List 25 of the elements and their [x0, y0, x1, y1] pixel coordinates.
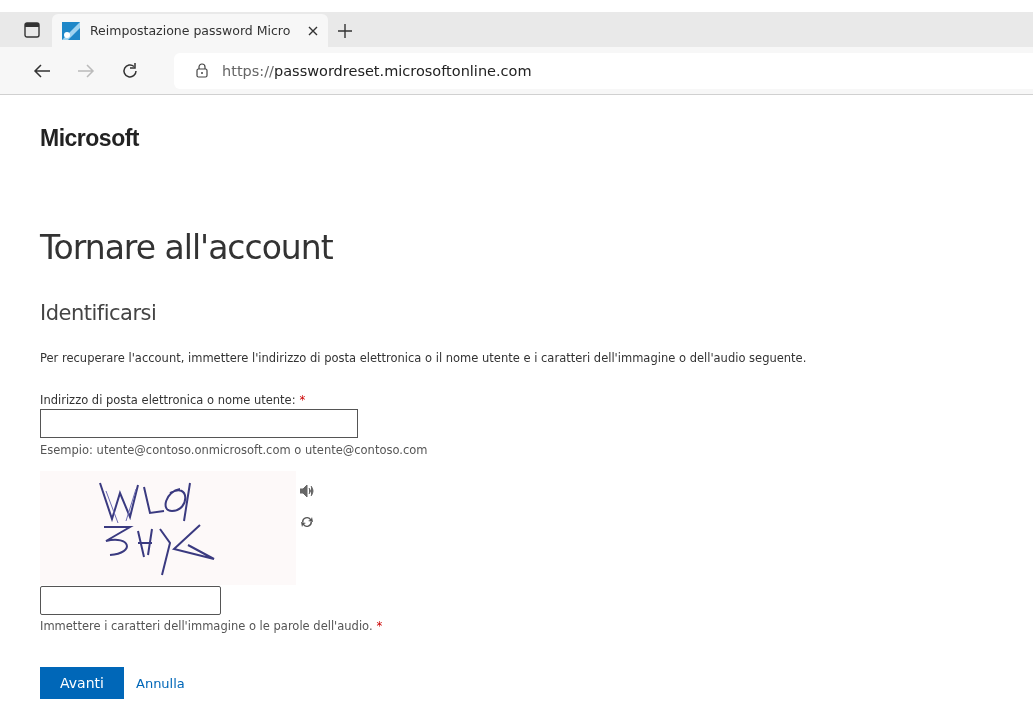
captcha-field[interactable] — [40, 586, 221, 615]
logo-text: Microsoft — [40, 125, 139, 152]
required-mark: * — [376, 619, 383, 633]
reload-icon[interactable] — [121, 61, 139, 80]
section-title: Identificarsi — [40, 301, 158, 325]
field-label: Immettere i caratteri dell'immagine o le parole dell'audio. — [40, 619, 373, 633]
required-mark: * — [299, 393, 306, 407]
next-button[interactable]: Avanti — [40, 667, 124, 699]
refresh-icon[interactable] — [300, 515, 314, 529]
username-field[interactable] — [40, 409, 358, 438]
tab-actions-icon[interactable] — [24, 21, 40, 38]
instructions-text: Per recuperare l'account, immettere l'indirizzo di posta elettronica o il nome utente e i caratteri dell'immagine o dell'audio seguente. — [40, 351, 808, 365]
field-hint: Esempio: utente@contoso.onmicrosoft.com o utente@contoso.com — [40, 443, 429, 457]
page-title: Tornare all'account — [40, 228, 334, 267]
browser-tab[interactable]: Reimpostazione password Micro — [52, 14, 328, 47]
back-icon[interactable] — [33, 62, 51, 79]
new-tab-icon[interactable] — [337, 22, 353, 39]
address-bar[interactable]: https://passwordreset.microsoftonline.com — [174, 52, 1033, 89]
close-icon[interactable] — [308, 25, 318, 36]
lock-icon — [196, 63, 208, 78]
field-label: Indirizzo di posta elettronica o nome utente: — [40, 393, 296, 407]
url-text: https://passwordreset.microsoftonline.com — [222, 62, 532, 79]
cancel-link[interactable]: Annulla — [136, 675, 185, 691]
speaker-icon[interactable] — [300, 485, 314, 497]
site-icon — [62, 21, 80, 40]
